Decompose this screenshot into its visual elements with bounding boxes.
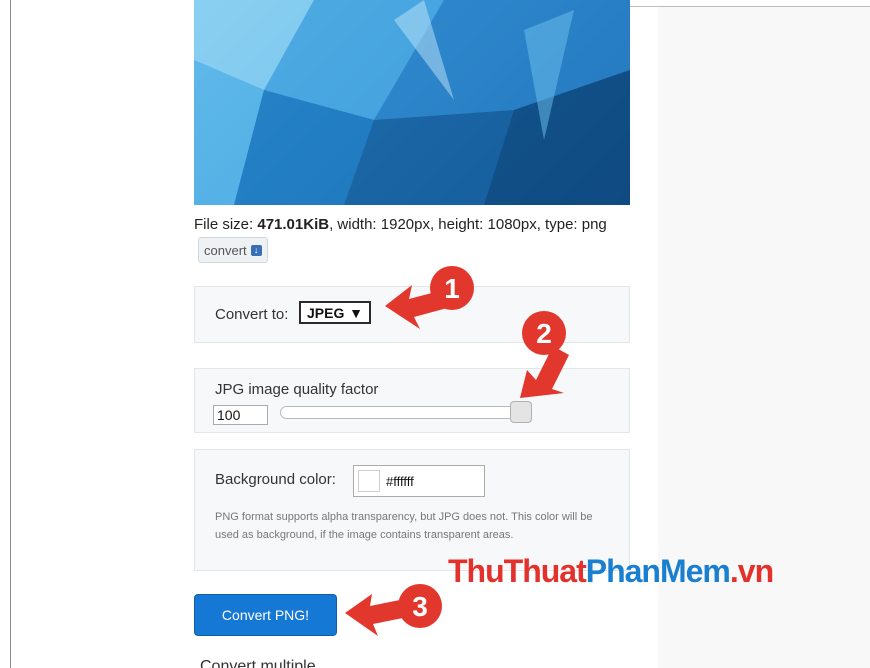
annotation-overlay: 1 2 3 — [345, 266, 569, 636]
callout-3-number: 3 — [412, 591, 428, 622]
callout-3: 3 — [345, 584, 442, 636]
callout-1: 1 — [385, 266, 474, 329]
callout-2-number: 2 — [536, 318, 552, 349]
callout-1-number: 1 — [444, 273, 460, 304]
callout-2: 2 — [520, 311, 569, 398]
